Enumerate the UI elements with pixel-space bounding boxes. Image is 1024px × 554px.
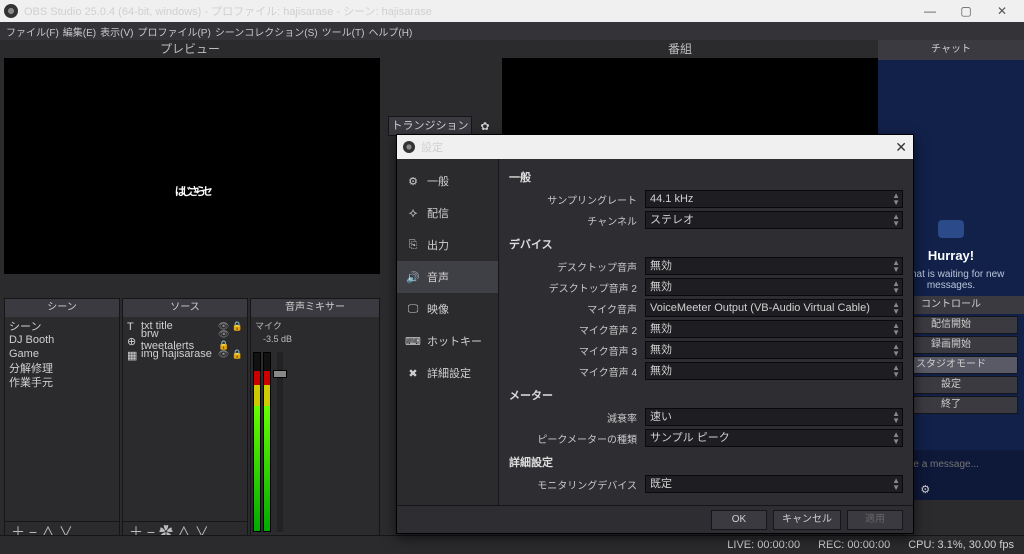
mic-audio3-select[interactable]: 無効▲▼ — [645, 341, 903, 359]
dialog-title: 設定 — [421, 139, 443, 155]
volume-slider[interactable] — [277, 352, 283, 532]
antenna-icon: ⟡ — [405, 205, 421, 221]
sources-dock: ソース Ttxt title👁 🔒 ⊕brw tweetalerts👁 🔒 ▦i… — [122, 298, 248, 542]
tools-icon: ✖ — [405, 365, 421, 381]
audio-meter — [253, 352, 261, 532]
scenes-head: シーン — [5, 299, 119, 317]
section-device: デバイス — [509, 236, 903, 252]
gear-icon[interactable]: ⚙ — [920, 483, 930, 496]
transition-settings-icon[interactable]: ✿ — [476, 117, 494, 135]
section-general: 一般 — [509, 169, 903, 185]
transition-button[interactable]: トランジション — [388, 116, 472, 136]
mic-audio2-select[interactable]: 無効▲▼ — [645, 320, 903, 338]
peak-meter-select[interactable]: サンプル ピーク▲▼ — [645, 429, 903, 447]
source-item[interactable]: ▦img hajisarase👁 🔒 — [127, 347, 243, 361]
mixer-dock: 音声ミキサー マイク -3.5 dB ✿ 🔊 — [250, 298, 380, 542]
status-cpu: CPU: 3.1%, 30.00 fps — [908, 539, 1014, 551]
scene-item[interactable]: Game — [9, 347, 115, 361]
mic-audio4-select[interactable]: 無効▲▼ — [645, 362, 903, 380]
speaker-icon: 🔊 — [405, 269, 421, 285]
mixer-head: 音声ミキサー — [251, 299, 379, 317]
nav-stream[interactable]: ⟡配信 — [397, 197, 498, 229]
text-icon: T — [127, 321, 137, 331]
scene-item[interactable]: DJ Booth — [9, 333, 115, 347]
menu-view[interactable]: 表示(V) — [100, 24, 133, 39]
apply-button[interactable]: 適用 — [847, 510, 903, 530]
sources-head: ソース — [123, 299, 247, 317]
menu-file[interactable]: ファイル(F) — [6, 24, 59, 39]
nav-output[interactable]: ⎘出力 — [397, 229, 498, 261]
menu-profile[interactable]: プロファイル(P) — [137, 24, 210, 39]
source-item[interactable]: ⊕brw tweetalerts👁 🔒 — [127, 333, 243, 347]
keyboard-icon: ⌨ — [405, 333, 421, 349]
nav-audio[interactable]: 🔊音声 — [397, 261, 498, 293]
section-meter: メーター — [509, 387, 903, 403]
chat-title: Hurray! — [928, 248, 974, 263]
sample-rate-select[interactable]: 44.1 kHz▲▼ — [645, 190, 903, 208]
desktop-audio-select[interactable]: 無効▲▼ — [645, 257, 903, 275]
settings-nav: ⚙一般 ⟡配信 ⎘出力 🔊音声 🖵映像 ⌨ホットキー ✖詳細設定 — [397, 159, 499, 505]
chat-head: チャット — [878, 40, 1024, 60]
menubar: ファイル(F) 編集(E) 表示(V) プロファイル(P) シーンコレクション(… — [0, 22, 1024, 40]
output-icon: ⎘ — [405, 237, 421, 253]
dialog-titlebar: 設定 ✕ — [397, 135, 913, 159]
preview-label: プレビュー — [0, 40, 380, 56]
nav-general[interactable]: ⚙一般 — [397, 165, 498, 197]
nav-advanced[interactable]: ✖詳細設定 — [397, 357, 498, 389]
monitoring-device-select[interactable]: 既定▲▼ — [645, 475, 903, 493]
menu-help[interactable]: ヘルプ(H) — [368, 24, 412, 39]
preview-canvas[interactable]: はじさらセ — [4, 58, 380, 274]
scene-item[interactable]: 分解修理 — [9, 361, 115, 375]
window-titlebar: OBS Studio 25.0.4 (64-bit, windows) - プロ… — [0, 0, 1024, 22]
channel-select[interactable]: ステレオ▲▼ — [645, 211, 903, 229]
section-advanced: 詳細設定 — [509, 454, 903, 470]
menu-scenecollection[interactable]: シーンコレクション(S) — [215, 24, 318, 39]
program-label: 番組 — [490, 40, 870, 56]
obs-logo-icon — [4, 4, 18, 18]
settings-content: 一般 サンプリングレート44.1 kHz▲▼ チャンネルステレオ▲▼ デバイス … — [499, 159, 913, 505]
image-icon: ▦ — [127, 349, 137, 359]
close-button[interactable]: ✕ — [984, 4, 1020, 18]
status-rec: REC: 00:00:00 — [818, 539, 890, 551]
menu-edit[interactable]: 編集(E) — [63, 24, 96, 39]
ok-button[interactable]: OK — [711, 510, 767, 530]
audio-meter — [263, 352, 271, 532]
preview-content: はじさらセ — [5, 59, 379, 273]
visibility-icon[interactable]: 👁 🔒 — [218, 349, 243, 360]
decay-rate-select[interactable]: 速い▲▼ — [645, 408, 903, 426]
settings-dialog: 設定 ✕ ⚙一般 ⟡配信 ⎘出力 🔊音声 🖵映像 ⌨ホットキー ✖詳細設定 一般… — [396, 134, 914, 534]
mic-label: マイク — [255, 319, 375, 332]
chat-input[interactable] — [897, 459, 1024, 470]
menu-tools[interactable]: ツール(T) — [322, 24, 365, 39]
minimize-button[interactable]: — — [912, 4, 948, 18]
status-live: LIVE: 00:00:00 — [727, 539, 800, 551]
nav-video[interactable]: 🖵映像 — [397, 293, 498, 325]
transition-label: トランジション — [392, 120, 469, 132]
nav-hotkeys[interactable]: ⌨ホットキー — [397, 325, 498, 357]
desktop-audio2-select[interactable]: 無効▲▼ — [645, 278, 903, 296]
chat-bubble-icon — [938, 220, 964, 238]
monitor-icon: 🖵 — [405, 301, 421, 317]
obs-logo-icon — [403, 141, 415, 153]
mic-audio-select[interactable]: VoiceMeeter Output (VB-Audio Virtual Cab… — [645, 299, 903, 317]
gear-icon: ⚙ — [405, 173, 421, 189]
maximize-button[interactable]: ▢ — [948, 4, 984, 18]
scene-item[interactable]: シーン — [9, 319, 115, 333]
browser-icon: ⊕ — [127, 335, 137, 345]
window-title: OBS Studio 25.0.4 (64-bit, windows) - プロ… — [24, 3, 432, 19]
svg-text:はじさらセ: はじさらセ — [175, 186, 212, 198]
dialog-close-button[interactable]: ✕ — [895, 139, 907, 156]
scene-item[interactable]: 作業手元 — [9, 375, 115, 389]
status-bar: LIVE: 00:00:00 REC: 00:00:00 CPU: 3.1%, … — [0, 535, 1024, 553]
cancel-button[interactable]: キャンセル — [773, 510, 841, 530]
mic-db: -3.5 dB — [263, 334, 375, 344]
scenes-dock: シーン シーン DJ Booth Game 分解修理 作業手元 ＋ − ∧ ∨ — [4, 298, 120, 542]
